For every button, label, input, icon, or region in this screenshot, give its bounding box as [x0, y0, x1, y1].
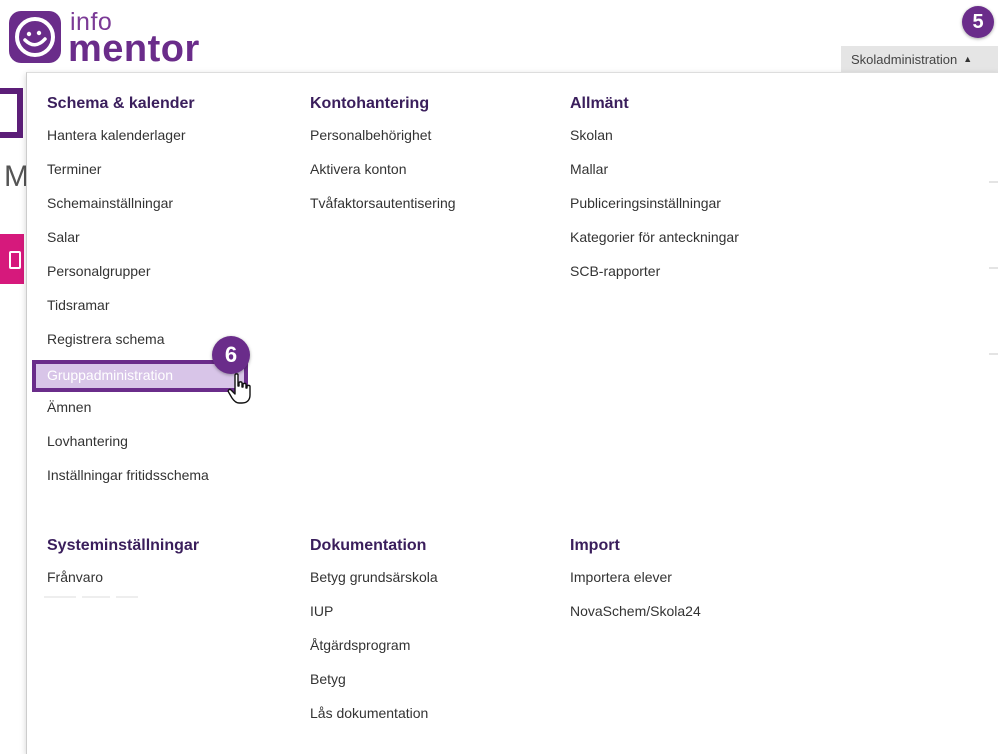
menu-item-installningar-fritidsschema[interactable]: Inställningar fritidsschema: [47, 465, 245, 499]
infomentor-logo[interactable]: info mentor: [8, 8, 218, 70]
step-badge-5: 5: [962, 6, 994, 38]
section-title-konto: Kontohantering: [310, 95, 430, 112]
admin-menu-label: Skoladministration: [851, 51, 958, 67]
skoladministration-menu-button[interactable]: Skoladministration ▲: [841, 46, 998, 72]
placeholder-lines: [44, 596, 144, 602]
background-frame-fragment: [0, 88, 23, 138]
menu-section-system: Systeminställningar Frånvaro: [47, 535, 199, 601]
menu-item-importera-elever[interactable]: Importera elever: [570, 567, 701, 601]
menu-section-konto: Kontohantering Personalbehörighet Aktive…: [310, 93, 456, 227]
background-edge-lines: [989, 181, 998, 401]
menu-item-hantera-kalenderlager[interactable]: Hantera kalenderlager: [47, 125, 245, 159]
menu-item-betyg[interactable]: Betyg: [310, 669, 438, 703]
menu-item-las-dokumentation[interactable]: Lås dokumentation: [310, 703, 438, 737]
menu-item-atgardsprogram[interactable]: Åtgärdsprogram: [310, 635, 438, 669]
menu-item-scb-rapporter[interactable]: SCB-rapporter: [570, 261, 739, 295]
hand-pointer-icon: [227, 373, 251, 404]
menu-item-personalbehorighet[interactable]: Personalbehörighet: [310, 125, 456, 159]
menu-section-import: Import Importera elever NovaSchem/Skola2…: [570, 535, 701, 635]
menu-item-lovhantering[interactable]: Lovhantering: [47, 431, 245, 465]
menu-item-tvafaktorsautentisering[interactable]: Tvåfaktorsautentisering: [310, 193, 456, 227]
section-title-allmant: Allmänt: [570, 95, 629, 112]
menu-item-skolan[interactable]: Skolan: [570, 125, 739, 159]
caret-up-icon: ▲: [963, 54, 973, 64]
menu-item-terminer[interactable]: Terminer: [47, 159, 245, 193]
menu-section-dokumentation: Dokumentation Betyg grundsärskola IUP Åt…: [310, 535, 438, 737]
menu-item-betyg-grundsarskola[interactable]: Betyg grundsärskola: [310, 567, 438, 601]
menu-item-salar[interactable]: Salar: [47, 227, 245, 261]
section-title-import: Import: [570, 537, 620, 554]
menu-item-gruppadministration[interactable]: Gruppadministration: [32, 360, 248, 392]
menu-item-mallar[interactable]: Mallar: [570, 159, 739, 193]
section-title-system: Systeminställningar: [47, 537, 200, 554]
logo-text-mentor: mentor: [68, 28, 200, 70]
menu-item-publiceringsinstallningar[interactable]: Publiceringsinställningar: [570, 193, 739, 227]
smiley-logo-icon: [9, 11, 61, 63]
menu-section-schema: Schema & kalender Hantera kalenderlager …: [32, 93, 248, 499]
menu-item-aktivera-konton[interactable]: Aktivera konton: [310, 159, 456, 193]
section-title-schema: Schema & kalender: [47, 95, 195, 112]
menu-item-amnen[interactable]: Ämnen: [47, 397, 245, 431]
menu-item-kategorier-for-anteckningar[interactable]: Kategorier för anteckningar: [570, 227, 739, 261]
menu-item-tidsramar[interactable]: Tidsramar: [47, 295, 245, 329]
menu-item-personalgrupper[interactable]: Personalgrupper: [47, 261, 245, 295]
section-title-dokumentation: Dokumentation: [310, 537, 427, 554]
menu-item-novaschem-skola24[interactable]: NovaSchem/Skola24: [570, 601, 701, 635]
menu-section-allmant: Allmänt Skolan Mallar Publiceringsinstäl…: [570, 93, 739, 295]
menu-item-schemainstallningar[interactable]: Schemainställningar: [47, 193, 245, 227]
menu-item-iup[interactable]: IUP: [310, 601, 438, 635]
admin-dropdown-panel: Schema & kalender Hantera kalenderlager …: [26, 72, 998, 754]
background-calendar-tile: [0, 234, 24, 284]
calendar-icon: [9, 251, 21, 269]
step-badge-6: 6: [212, 336, 250, 374]
